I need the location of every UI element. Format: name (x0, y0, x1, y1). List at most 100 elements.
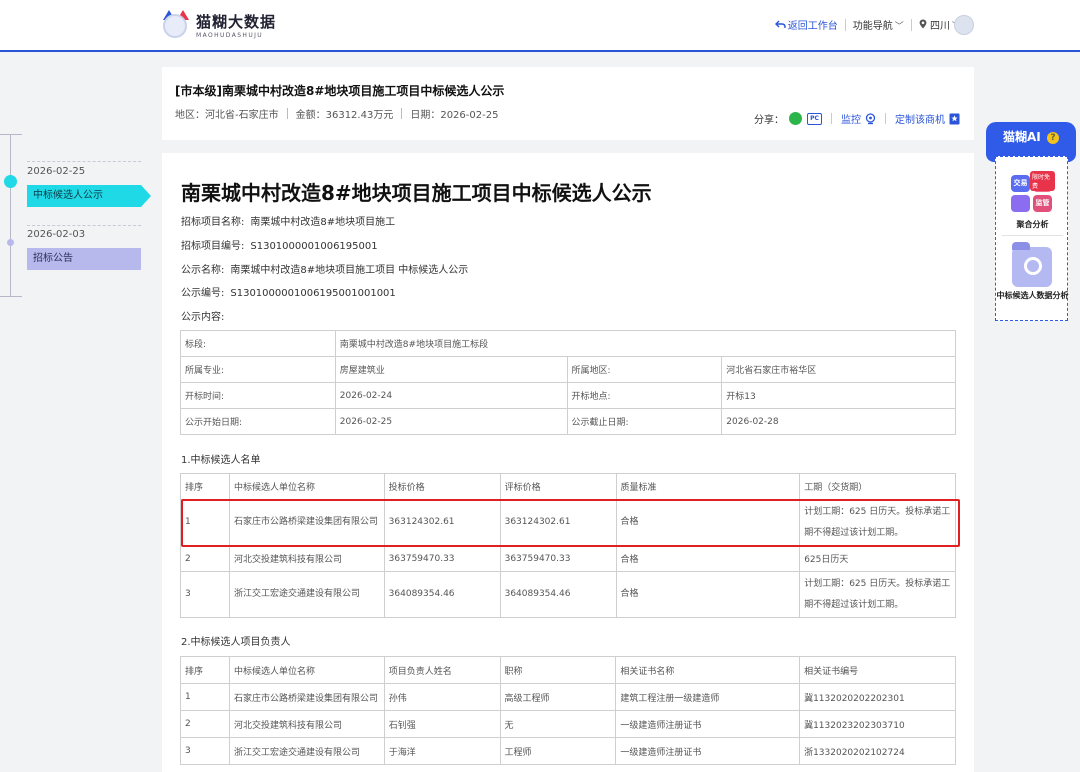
aggregate-grid-icon: 交易 监管 限时免费 (1011, 167, 1055, 212)
table-cell: 孙伟 (383, 683, 501, 711)
table-cell: 冀1132023202303710 (799, 710, 956, 738)
notice-title: [市本级]南栗城中村改造8#地块项目施工项目中标候选人公示 (175, 84, 505, 98)
chevron-down-icon: ﹀ (894, 22, 904, 32)
table-cell: 所属地区: (566, 356, 723, 383)
back-to-workbench-label: 返回工作台 (787, 21, 838, 32)
customize-opportunity-link[interactable]: 定制该商机 (895, 111, 945, 126)
table-row: 3 浙江交工宏途交通建设有限公司 364089354.46 364089354.46 合… (180, 571, 956, 618)
field-notice-content: 公示内容: (181, 312, 225, 323)
timeline-item-tender-notice[interactable]: 招标公告 (27, 248, 141, 270)
table-row: 3 浙江交工宏途交通建设有限公司 于海洋 工程师 一级建造师注册证书 浙133202020… (180, 737, 956, 765)
field-notice-number: 公示编号: S1301000001006195001001001 (181, 288, 396, 299)
table-cell: 3 (180, 571, 230, 618)
timeline-item-label: 中标候选人公示 (33, 190, 103, 201)
monitor-link[interactable]: 监控 (841, 111, 861, 126)
bookmark-star-icon[interactable] (949, 113, 960, 125)
site-logo[interactable]: 猫糊大数据 MAOHUDASHUJU (160, 8, 276, 42)
table-row: 公示开始日期: 2026-02-25 公示截止日期: 2026-02-28 (180, 408, 956, 435)
notice-detail-card: 南栗城中村改造8#地块项目施工项目中标候选人公示 招标项目名称: 南栗城中村改造8… (162, 153, 974, 772)
table-cell: 无 (499, 710, 617, 738)
table-row: 1 石家庄市公路桥梁建设集团有限公司 363124302.61 363124302.6… (180, 499, 956, 546)
field-project-name: 招标项目名称: 南栗城中村改造8#地块项目施工 (181, 217, 396, 228)
field-notice-name: 公示名称: 南栗城中村改造8#地块项目施工项目 中标候选人公示 (181, 265, 469, 276)
table-cell: 质量标准 (615, 473, 801, 500)
table-cell: 评标价格 (499, 473, 617, 500)
table-cell: 南栗城中村改造8#地块项目施工标段 (334, 330, 957, 357)
user-avatar[interactable] (954, 15, 974, 35)
table-cell: 合格 (615, 499, 801, 546)
table-cell: 363124302.61 (499, 499, 617, 546)
wechat-share-icon[interactable] (789, 112, 802, 125)
section-project-managers: 2.中标候选人项目负责人 (181, 637, 291, 648)
timeline-item-candidate-notice[interactable]: 中标候选人公示 (27, 185, 151, 207)
table-row: 标段: 南栗城中村改造8#地块项目施工标段 (180, 330, 957, 357)
table-row: 2 河北交投建筑科技有限公司 石钊强无一级建造师注册证书 冀1132023202303… (180, 710, 956, 738)
table-cell: 1 (180, 499, 230, 546)
table-cell: 364089354.46 (383, 571, 501, 618)
table-cell: 公示开始日期: (180, 408, 336, 435)
region-label: 四川 (929, 21, 950, 32)
table-cell: 363759470.33 (499, 545, 617, 572)
candidate-data-analysis-label: 中标候选人数据分析 (996, 291, 1069, 300)
table-cell: 排序 (180, 473, 230, 500)
table-cell: 排序 (180, 656, 230, 684)
table-header-row: 排序 中标候选人单位名称 投标价格 评标价格 质量标准 工期（交货期） (180, 473, 956, 500)
table-cell: 石钊强 (383, 710, 501, 738)
table-cell: 相关证书编号 (799, 656, 956, 684)
table-row: 所属专业: 房屋建筑业 所属地区: 河北省石家庄市裕华区 (180, 356, 956, 383)
table-cell: 职称 (499, 656, 617, 684)
table-cell: 房屋建筑业 (334, 356, 568, 383)
timeline-dot (7, 239, 14, 246)
table-cell: 高级工程师 (499, 683, 617, 711)
table-cell: 公示截止日期: (566, 408, 723, 435)
section-candidate-list: 1.中标候选人名单 (181, 455, 261, 466)
table-cell: 2 (180, 545, 230, 572)
monitor-pin-icon[interactable] (865, 112, 876, 125)
table-cell: 石家庄市公路桥梁建设集团有限公司 (228, 499, 385, 546)
table-row: 1 石家庄市公路桥梁建设集团有限公司 孙伟 高级工程师 建筑工程注册一级建造师 冀1132… (180, 683, 956, 711)
table-cell: 2 (180, 710, 230, 738)
table-cell: 1 (180, 683, 230, 711)
table-cell: 投标价格 (383, 473, 501, 500)
table-cell: 相关证书名称 (615, 656, 801, 684)
function-nav-dropdown[interactable]: 功能导航 ﹀ (853, 17, 904, 32)
limited-free-badge: 限时免费 (1030, 171, 1055, 191)
table-cell: 3 (180, 737, 230, 765)
table-cell: 一级建造师注册证书 (615, 737, 801, 765)
back-to-workbench-link[interactable]: 返回工作台 (774, 17, 838, 32)
logo-subtitle: MAOHUDASHUJU (196, 32, 264, 39)
table-cell: 项目负责人姓名 (383, 656, 501, 684)
notice-region: 地区：河北省-石家庄市 (175, 110, 279, 121)
timeline-active-dot (4, 175, 17, 188)
table-cell: 于海洋 (383, 737, 501, 765)
ai-assistant-widget[interactable]: 猫糊AI ? 交易 监管 限时免费 聚合分析 中标候选人数据分析 (985, 122, 1077, 322)
table-cell: 合格 (615, 571, 801, 618)
table-cell: 浙江交工宏途交通建设有限公司 (228, 737, 385, 765)
logo-name: 猫糊大数据 (196, 13, 277, 31)
return-arrow-icon (774, 20, 786, 28)
notice-timeline: 2026-02-25 中标候选人公示 2026-02-03 招标公告 (0, 134, 151, 304)
share-label: 分享： (754, 115, 784, 126)
table-cell: 363759470.33 (383, 545, 501, 572)
help-icon[interactable]: ? (1046, 131, 1059, 144)
table-cell: 建筑工程注册一级建造师 (615, 683, 801, 711)
project-manager-table: 排序 中标候选人单位名称 项目负责人姓名 职称 相关证书名称 相关证书编号 1 石家庄市公路… (180, 656, 956, 765)
ai-widget-title: 猫糊AI (1003, 130, 1041, 144)
table-cell: 中标候选人单位名称 (228, 656, 385, 684)
timeline-date: 2026-02-25 (27, 166, 86, 177)
table-cell: 合格 (615, 545, 801, 572)
notice-amount: 金额：36312.43万元 (295, 110, 394, 121)
table-cell: 363124302.61 (383, 499, 501, 546)
table-cell: 开标地点: (566, 382, 723, 409)
table-row: 开标时间: 2026-02-24 开标地点: 开标13 (180, 382, 956, 409)
table-cell: 625日历天 (799, 545, 956, 572)
detail-title: 南栗城中村改造8#地块项目施工项目中标候选人公示 (181, 181, 652, 205)
table-header-row: 排序 中标候选人单位名称 项目负责人姓名 职称 相关证书名称 相关证书编号 (180, 656, 956, 684)
table-cell: 2026-02-28 (721, 408, 956, 435)
table-cell: 河北交投建筑科技有限公司 (228, 545, 385, 572)
pc-share-icon[interactable]: PC (807, 112, 822, 125)
ai-widget-panel: 交易 监管 限时免费 聚合分析 中标候选人数据分析 (995, 156, 1069, 321)
table-cell: 河北交投建筑科技有限公司 (228, 710, 385, 738)
notice-date: 日期：2026-02-25 (410, 110, 499, 121)
table-cell: 计划工期：625 日历天。投标承诺工期不得超过该计划工期。 (799, 499, 956, 546)
